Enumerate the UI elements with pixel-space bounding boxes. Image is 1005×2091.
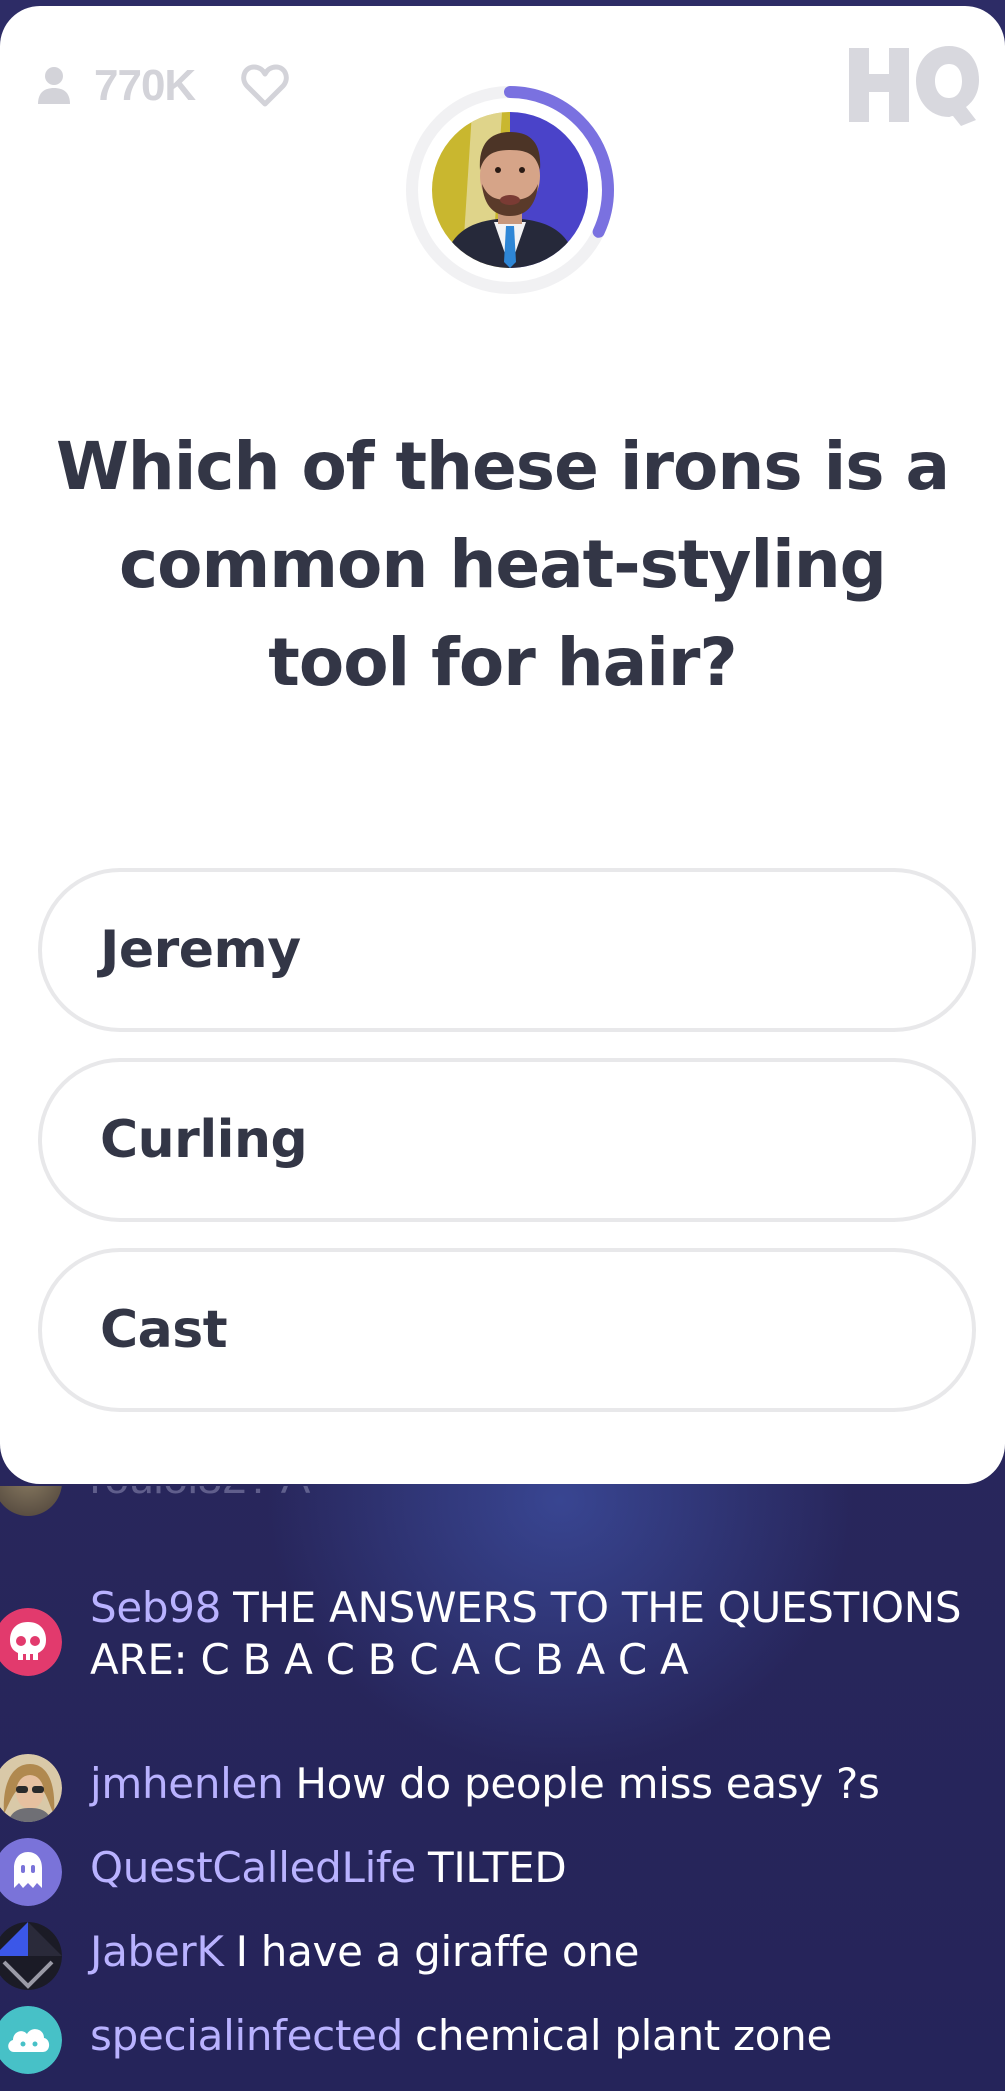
host-avatar (432, 112, 588, 268)
chat-message-text: jmhenlen How do people miss easy ?s (90, 1758, 970, 1810)
chat-message-body: chemical plant zone (415, 2011, 833, 2060)
photo-avatar (0, 1754, 62, 1822)
answer-label: Jeremy (100, 920, 301, 980)
answer-option-c[interactable]: Cast (38, 1248, 976, 1412)
skull-avatar (0, 1608, 62, 1676)
dark-photo-avatar (0, 1922, 62, 1990)
chat-message-partial: rouloi82? A (0, 1486, 1005, 1528)
chat-message-body: How do people miss easy ?s (295, 1759, 880, 1808)
question-text: Which of these irons is a common heat-st… (55, 428, 950, 701)
person-icon (36, 66, 72, 106)
chat-username[interactable]: specialinfected (90, 2011, 403, 2060)
viewer-stats: 770K (36, 58, 289, 114)
question-card: 770K Which of these irons is a common he… (0, 6, 1005, 1484)
chat-message-text: Seb98 THE ANSWERS TO THE QUESTIONS ARE: C… (90, 1582, 970, 1686)
answer-label: Cast (100, 1300, 228, 1360)
answer-option-b[interactable]: Curling (38, 1058, 976, 1222)
heart-icon[interactable] (241, 64, 289, 108)
chat-message-text: QuestCalledLife TILTED (90, 1842, 970, 1894)
chat-message-text: JaberK I have a giraffe one (90, 1926, 970, 1978)
answer-option-a[interactable]: Jeremy (38, 868, 976, 1032)
chat-username[interactable]: JaberK (90, 1927, 224, 1976)
ghost-avatar (0, 1838, 62, 1906)
chat-message-text: rouloi82? A (90, 1486, 310, 1504)
chat-message-body: TILTED (427, 1843, 567, 1892)
chat-username[interactable]: jmhenlen (90, 1759, 284, 1808)
answer-label: Curling (100, 1110, 308, 1170)
hq-logo (845, 42, 979, 126)
viewer-count: 770K (94, 61, 196, 110)
chat-username[interactable]: QuestCalledLife (90, 1843, 416, 1892)
chat-message-text: specialinfected chemical plant zone (90, 2010, 970, 2062)
cloud-avatar (0, 2006, 62, 2074)
chat-feed[interactable]: rouloi82? A Seb98THE ANSWERS TO THE QUES… (0, 1486, 1005, 2091)
chat-message-body: I have a giraffe one (235, 1927, 640, 1976)
chat-username[interactable]: Seb98 (90, 1583, 221, 1632)
avatar (0, 1486, 62, 1516)
